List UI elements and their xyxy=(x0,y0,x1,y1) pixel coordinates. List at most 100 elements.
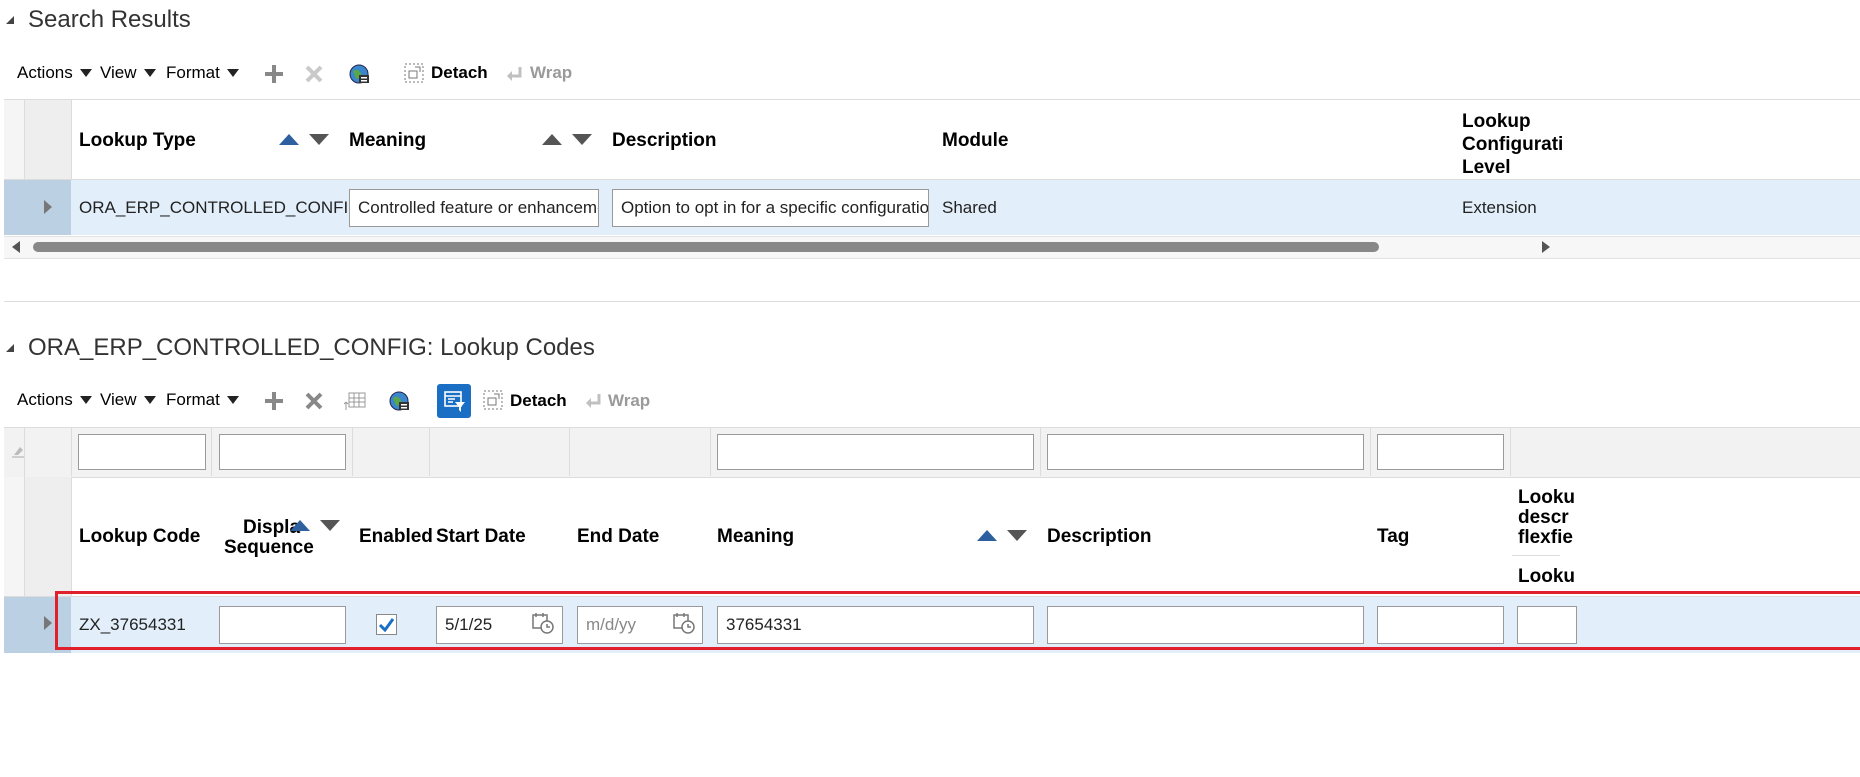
sort-descending-icon[interactable] xyxy=(572,134,592,145)
scroll-right-icon[interactable] xyxy=(1542,241,1550,253)
wrap-icon xyxy=(505,65,523,83)
row-header-gutter xyxy=(24,477,71,597)
chevron-down-icon xyxy=(226,69,239,77)
view-label: View xyxy=(100,390,137,409)
column-header-module[interactable]: Module xyxy=(942,129,1009,152)
chevron-down-icon xyxy=(79,69,92,77)
chevron-down-icon xyxy=(79,396,92,404)
sort-ascending-icon[interactable] xyxy=(542,134,562,145)
add-icon[interactable] xyxy=(263,390,285,412)
sort-descending-icon[interactable] xyxy=(320,520,340,531)
column-header-description[interactable]: Description xyxy=(1047,525,1152,548)
delete-icon[interactable] xyxy=(303,390,325,412)
column-header-lookup-code[interactable]: Lookup Code xyxy=(79,525,200,548)
divider xyxy=(1370,428,1371,476)
wrap-button[interactable]: Wrap xyxy=(608,391,650,411)
chevron-down-icon xyxy=(143,69,156,77)
divider xyxy=(569,428,570,476)
column-header-description[interactable]: Description xyxy=(612,129,717,152)
divider xyxy=(710,428,711,476)
expand-row-icon[interactable] xyxy=(44,616,52,630)
column-header-flexfield-line3[interactable]: flexfie xyxy=(1518,526,1573,549)
column-header-display-sequence-line2[interactable]: Sequence xyxy=(224,536,314,559)
detach-button[interactable]: Detach xyxy=(510,391,567,411)
wrap-button[interactable]: Wrap xyxy=(530,63,572,83)
scrollbar-thumb[interactable] xyxy=(33,242,1379,252)
divider xyxy=(1512,555,1560,556)
filter-display-sequence-input[interactable] xyxy=(219,434,346,470)
detach-label: Detach xyxy=(510,391,567,410)
divider xyxy=(352,428,353,476)
detach-label: Detach xyxy=(431,63,488,82)
section-title-search-results: Search Results xyxy=(28,6,191,33)
sort-descending-icon[interactable] xyxy=(1007,530,1027,541)
description-field[interactable]: Option to opt in for a specific configur… xyxy=(612,189,929,227)
row-header-gutter xyxy=(4,477,24,597)
cell-configuration-level: Extension xyxy=(1462,198,1537,217)
chevron-down-icon xyxy=(143,396,156,404)
filter-description-input[interactable] xyxy=(1047,434,1364,470)
column-header-meaning[interactable]: Meaning xyxy=(349,129,426,152)
column-header-start-date[interactable]: Start Date xyxy=(436,525,526,548)
row-header-gutter xyxy=(4,100,24,180)
actions-label: Actions xyxy=(17,390,73,409)
detach-button[interactable]: Detach xyxy=(431,63,488,83)
divider xyxy=(1510,428,1511,476)
sort-descending-icon[interactable] xyxy=(309,134,329,145)
format-menu[interactable]: Format xyxy=(166,390,239,410)
export-table-icon[interactable] xyxy=(343,389,367,413)
table-top-border xyxy=(4,99,1860,100)
delete-icon[interactable] xyxy=(303,63,325,85)
column-header-lookup-type[interactable]: Lookup Type xyxy=(79,129,196,152)
actions-label: Actions xyxy=(17,63,73,82)
view-label: View xyxy=(100,63,137,82)
divider xyxy=(24,100,25,180)
divider xyxy=(71,477,72,597)
actions-menu[interactable]: Actions xyxy=(17,63,92,83)
format-label: Format xyxy=(166,390,220,409)
collapse-triangle-icon[interactable] xyxy=(6,344,14,352)
chevron-down-icon xyxy=(226,396,239,404)
column-header-enabled[interactable]: Enabled xyxy=(359,525,433,548)
filter-meaning-input[interactable] xyxy=(717,434,1034,470)
add-icon[interactable] xyxy=(263,63,285,85)
divider xyxy=(71,100,72,180)
format-menu[interactable]: Format xyxy=(166,63,239,83)
section-title-lookup-codes: ORA_ERP_CONTROLLED_CONFIG: Lookup Codes xyxy=(28,334,595,361)
divider xyxy=(211,428,212,476)
view-menu[interactable]: View xyxy=(100,390,156,410)
divider xyxy=(1040,428,1041,476)
scroll-left-icon[interactable] xyxy=(12,241,20,253)
column-header-flexfield-sub[interactable]: Looku xyxy=(1518,565,1575,588)
collapse-triangle-icon[interactable] xyxy=(6,16,14,24)
divider xyxy=(71,428,72,476)
query-by-example-icon[interactable] xyxy=(437,384,471,418)
cell-module: Shared xyxy=(942,198,997,217)
divider xyxy=(24,428,25,598)
sort-ascending-icon[interactable] xyxy=(977,530,997,541)
translate-globe-icon[interactable] xyxy=(387,389,411,413)
section-divider xyxy=(4,301,1860,302)
format-label: Format xyxy=(166,63,220,82)
column-header-configuration-level[interactable]: Lookup Configuration Level xyxy=(1462,110,1562,179)
row-selector[interactable] xyxy=(4,180,71,235)
cell-lookup-type: ORA_ERP_CONTROLLED_CONFIG xyxy=(79,198,362,217)
sort-buttons xyxy=(290,520,340,531)
actions-menu[interactable]: Actions xyxy=(17,390,92,410)
sort-buttons xyxy=(279,134,329,145)
filter-tag-input[interactable] xyxy=(1377,434,1504,470)
view-menu[interactable]: View xyxy=(100,63,156,83)
divider xyxy=(429,428,430,476)
filter-lookup-code-input[interactable] xyxy=(78,434,206,470)
sort-buttons xyxy=(977,530,1027,541)
row-header-gutter xyxy=(24,100,71,180)
translate-globe-icon[interactable] xyxy=(347,62,371,86)
column-header-meaning[interactable]: Meaning xyxy=(717,525,794,548)
column-header-tag[interactable]: Tag xyxy=(1377,525,1409,548)
sort-ascending-icon[interactable] xyxy=(279,134,299,145)
expand-row-icon[interactable] xyxy=(44,200,52,214)
column-header-end-date[interactable]: End Date xyxy=(577,525,659,548)
meaning-field[interactable]: Controlled feature or enhancement xyxy=(349,189,599,227)
sort-ascending-icon[interactable] xyxy=(290,520,310,531)
sort-buttons xyxy=(542,134,592,145)
